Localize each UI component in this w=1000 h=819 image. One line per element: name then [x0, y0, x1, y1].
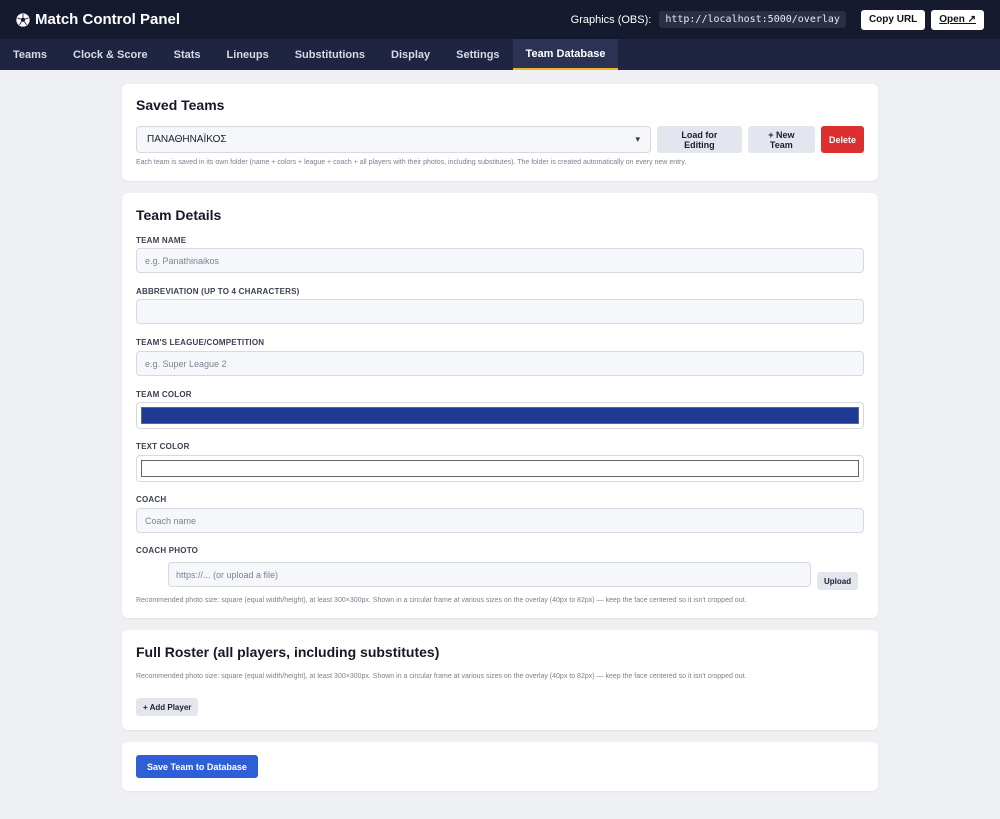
open-overlay-button[interactable]: Open ↗	[931, 9, 984, 30]
soccer-ball-icon	[16, 12, 30, 27]
tab-stats[interactable]: Stats	[161, 39, 214, 70]
coach-input[interactable]: Coach name	[136, 508, 864, 533]
saved-teams-hint: Each team is saved in its own folder (na…	[136, 159, 687, 166]
roster-hint: Recommended photo size: square (equal wi…	[136, 673, 747, 680]
graphics-label: Graphics (OBS):	[570, 13, 652, 26]
text-color-label: TEXT COLOR	[136, 442, 190, 451]
tab-display[interactable]: Display	[378, 39, 443, 70]
tab-lineups[interactable]: Lineups	[214, 39, 282, 70]
delete-team-button[interactable]: Delete	[820, 126, 864, 153]
saved-teams-title: Saved Teams	[136, 97, 225, 113]
overlay-controls: Graphics (OBS): http://localhost:5000/ov…	[570, 9, 984, 30]
new-team-button[interactable]: + New Team	[747, 126, 815, 153]
tab-settings[interactable]: Settings	[443, 39, 512, 70]
tab-teams[interactable]: Teams	[0, 39, 60, 70]
text-color-swatch	[141, 460, 859, 477]
tab-team-database[interactable]: Team Database	[512, 39, 619, 70]
roster-card: Full Roster (all players, including subs…	[122, 630, 878, 730]
load-for-editing-button[interactable]: Load for Editing	[657, 126, 742, 153]
abbreviation-label: ABBREVIATION (UP TO 4 CHARACTERS)	[136, 287, 300, 296]
team-color-label: TEAM COLOR	[136, 390, 192, 399]
save-team-button[interactable]: Save Team to Database	[136, 755, 258, 778]
text-color-picker[interactable]	[136, 455, 864, 482]
team-select[interactable]: ΠΑΝΑΘΗΝΑΪΚΟΣ ▾	[136, 126, 652, 153]
coach-label: COACH	[136, 495, 167, 504]
team-color-swatch	[141, 407, 859, 424]
top-bar: Match Control Panel Graphics (OBS): http…	[0, 0, 1000, 39]
coach-photo-label: COACH PHOTO	[136, 546, 199, 555]
league-label: TEAM'S LEAGUE/COMPETITION	[136, 338, 265, 347]
tab-substitutions[interactable]: Substitutions	[282, 39, 378, 70]
app-title: Match Control Panel	[35, 11, 181, 28]
main-nav: Teams Clock & Score Stats Lineups Substi…	[0, 39, 1000, 70]
team-color-picker[interactable]	[136, 402, 864, 429]
save-card: Save Team to Database	[122, 742, 878, 791]
add-player-button[interactable]: + Add Player	[136, 698, 199, 716]
brand: Match Control Panel	[16, 11, 180, 28]
team-details-card: Team Details TEAM NAME e.g. Panathinaiko…	[122, 193, 878, 618]
team-name-label: TEAM NAME	[136, 236, 187, 245]
team-details-title: Team Details	[136, 207, 222, 223]
abbreviation-input[interactable]	[136, 299, 864, 324]
league-input[interactable]: e.g. Super League 2	[136, 351, 864, 376]
coach-photo-hint: Recommended photo size: square (equal wi…	[136, 597, 747, 604]
saved-teams-card: Saved Teams ΠΑΝΑΘΗΝΑΪΚΟΣ ▾ Load for Edit…	[122, 84, 878, 181]
overlay-url: http://localhost:5000/overlay	[659, 11, 846, 28]
team-select-value: ΠΑΝΑΘΗΝΑΪΚΟΣ	[147, 134, 227, 145]
copy-url-button[interactable]: Copy URL	[860, 9, 926, 30]
coach-photo-upload-button[interactable]: Upload	[817, 572, 859, 590]
chevron-down-icon: ▾	[635, 134, 641, 144]
coach-photo-input[interactable]: https://... (or upload a file)	[168, 562, 811, 587]
tab-clock-score[interactable]: Clock & Score	[60, 39, 161, 70]
team-name-input[interactable]: e.g. Panathinaikos	[136, 248, 864, 273]
saved-teams-row: ΠΑΝΑΘΗΝΑΪΚΟΣ ▾ Load for Editing + New Te…	[136, 126, 864, 153]
roster-title: Full Roster (all players, including subs…	[136, 644, 440, 660]
